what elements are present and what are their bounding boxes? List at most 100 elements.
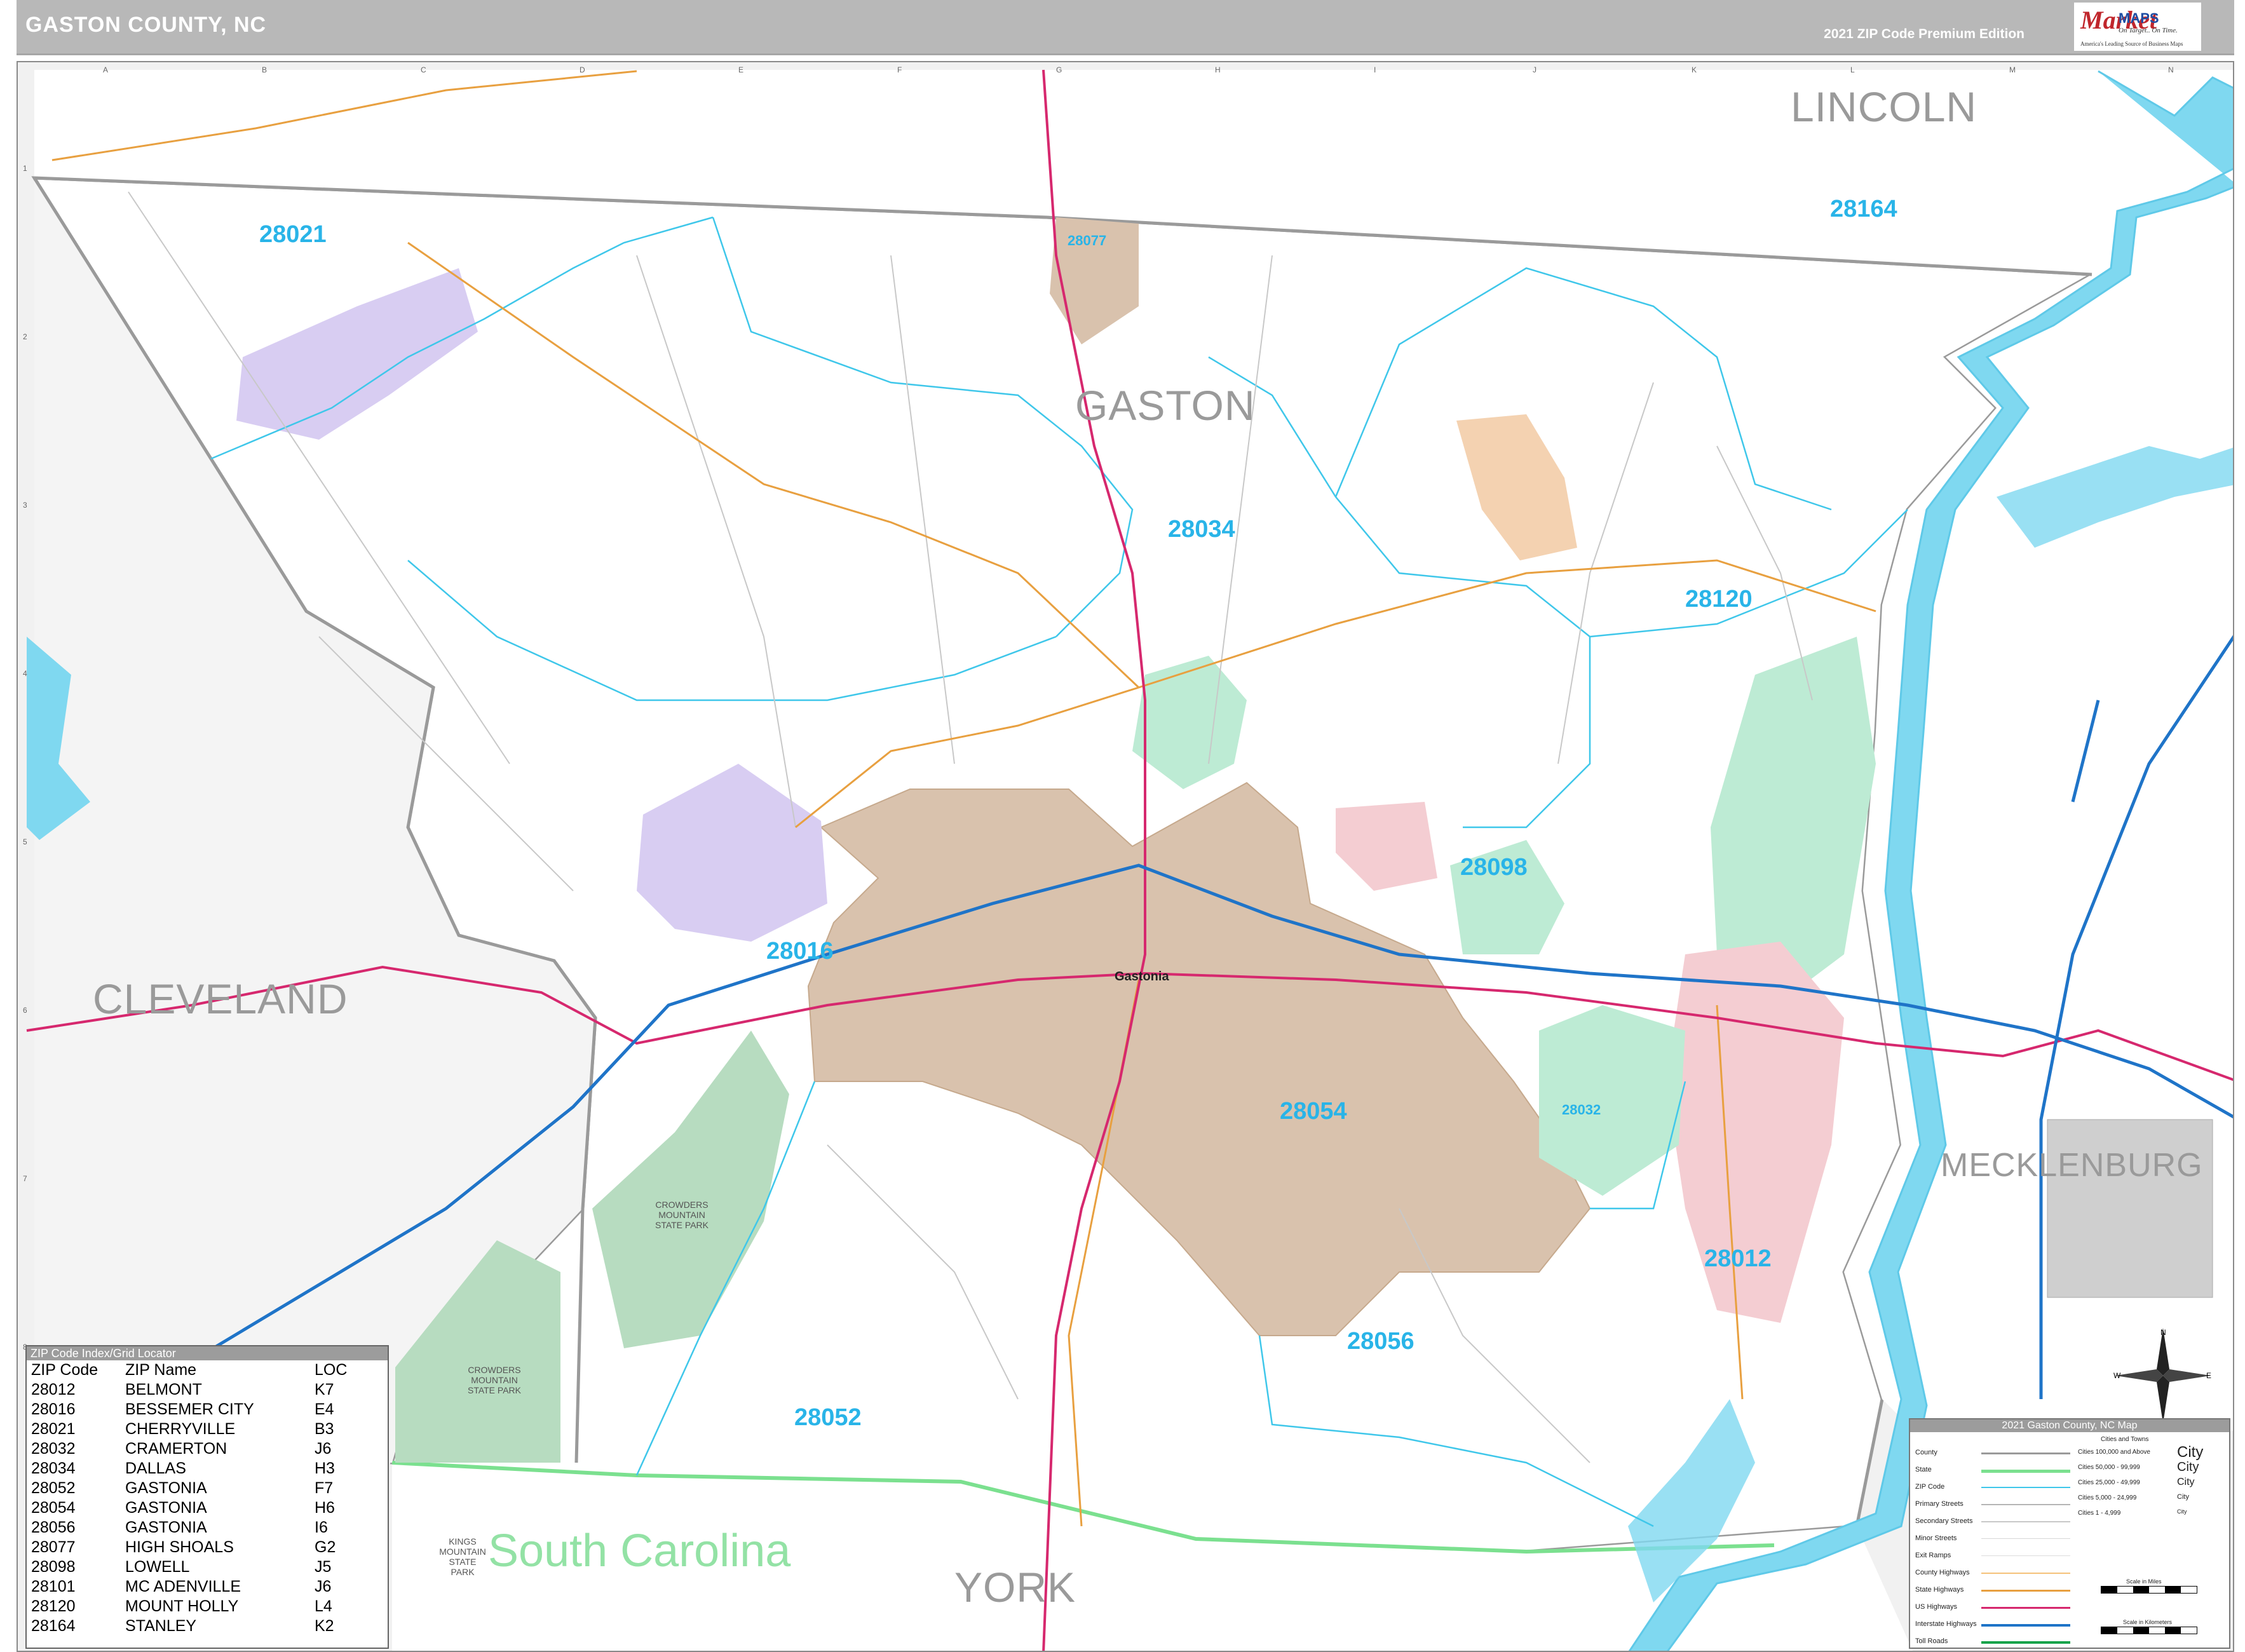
zip-code: 28056 — [31, 1519, 76, 1536]
state-label-south-carolina: South Carolina — [488, 1526, 791, 1576]
legend-line-interstate — [1981, 1624, 2070, 1627]
zip-name: CHERRYVILLE — [125, 1420, 236, 1438]
legend-label-county: County — [1915, 1449, 1937, 1456]
legend-label-toll: Toll Roads — [1915, 1637, 1948, 1645]
legend-city-symbol-5: City — [2177, 1508, 2187, 1515]
zip-name: STANLEY — [125, 1617, 197, 1635]
zip-loc: F7 — [315, 1479, 334, 1497]
legend-label-us-hwy: US Highways — [1915, 1603, 1958, 1611]
zip-label-28016[interactable]: 28016 — [766, 938, 834, 965]
legend-scale-miles: Scale in Miles — [2126, 1578, 2162, 1585]
map-title: GASTON COUNTY, NC — [25, 13, 267, 37]
zip-name: GASTONIA — [125, 1519, 207, 1536]
legend-line-county — [1981, 1452, 2070, 1454]
legend-line-state-hwy — [1981, 1590, 2070, 1592]
zip-label-28054[interactable]: 28054 — [1280, 1098, 1347, 1125]
city-label-gastonia[interactable]: Gastonia — [1115, 970, 1169, 984]
legend-city-5: Cities 1 - 4,999 — [2078, 1510, 2121, 1517]
legend-title: 2021 Gaston County, NC Map — [1910, 1419, 2229, 1432]
zip-code: 28012 — [31, 1381, 76, 1398]
grid-col-j: J — [1533, 65, 1536, 74]
park-label-kings: KINGS MOUNTAIN STATE PARK — [439, 1536, 486, 1577]
zip-name: HIGH SHOALS — [125, 1538, 234, 1556]
zip-label-28098[interactable]: 28098 — [1460, 854, 1528, 881]
zip-name: DALLAS — [125, 1459, 186, 1477]
legend-city-symbol-4: City — [2177, 1493, 2189, 1501]
grid-col-k: K — [1692, 65, 1697, 74]
zip-loc: H6 — [315, 1499, 335, 1517]
grid-col-l: L — [1850, 65, 1855, 74]
grid-col-b: B — [262, 65, 268, 74]
legend-line-zip — [1981, 1487, 2070, 1488]
zip-index-row: 28077 HIGH SHOALS G2 — [29, 1538, 349, 1557]
zip-loc: J6 — [315, 1440, 332, 1458]
zip-index-row: 28054 GASTONIA H6 — [29, 1498, 349, 1518]
zip-name: BELMONT — [125, 1381, 202, 1398]
legend-scale-km: Scale in Kilometers — [2123, 1619, 2173, 1625]
zip-name: CRAMERTON — [125, 1440, 227, 1458]
legend-city-1: Cities 100,000 and Above — [2078, 1449, 2150, 1456]
zip-index-row: 28034 DALLAS H3 — [29, 1459, 349, 1479]
zip-loc: K7 — [315, 1381, 334, 1398]
legend-label-minor: Minor Streets — [1915, 1534, 1957, 1542]
legend-city-4: Cities 5,000 - 24,999 — [2078, 1494, 2137, 1501]
zip-code: 28164 — [31, 1617, 76, 1635]
zip-loc: K2 — [315, 1617, 334, 1635]
zip-label-28012[interactable]: 28012 — [1704, 1245, 1772, 1273]
grid-row-5: 5 — [23, 837, 27, 846]
zip-name: GASTONIA — [125, 1479, 207, 1497]
zip-label-28077[interactable]: 28077 — [1068, 233, 1106, 249]
zip-label-28021[interactable]: 28021 — [259, 221, 327, 248]
zip-loc: H3 — [315, 1459, 335, 1477]
grid-col-d: D — [580, 65, 585, 74]
zip-code: 28120 — [31, 1597, 76, 1615]
county-label-york: YORK — [954, 1564, 1076, 1611]
zip-label-28120[interactable]: 28120 — [1685, 586, 1753, 613]
county-label-mecklenburg: MECKLENBURG — [1941, 1147, 2203, 1184]
legend-city-symbol-3: City — [2177, 1477, 2195, 1487]
logo-brand-b: MAPS — [2119, 10, 2159, 26]
zip-index-row: 28016 BESSEMER CITY E4 — [29, 1400, 349, 1419]
zip-index-row: 28012 BELMONT K7 — [29, 1380, 349, 1400]
zip-index-row: 28098 LOWELL J5 — [29, 1557, 349, 1577]
zip-name: LOWELL — [125, 1558, 190, 1576]
zip-label-28034[interactable]: 28034 — [1168, 516, 1235, 543]
zip-label-28032[interactable]: 28032 — [1562, 1102, 1601, 1118]
zip-code: 28032 — [31, 1440, 76, 1458]
zip-code: 28034 — [31, 1459, 76, 1477]
legend-line-minor — [1981, 1538, 2070, 1539]
compass-rose-icon: N S W E — [2113, 1328, 2211, 1426]
grid-col-i: I — [1374, 65, 1376, 74]
legend-line-primary — [1981, 1504, 2070, 1505]
logo-slogan: America's Leading Source of Business Map… — [2080, 41, 2183, 47]
legend-cities-header: Cities and Towns — [2101, 1436, 2149, 1443]
zip-label-28056[interactable]: 28056 — [1347, 1328, 1414, 1355]
zip-index-row: 28120 MOUNT HOLLY L4 — [29, 1597, 349, 1616]
zip-loc: E4 — [315, 1400, 334, 1418]
zip-label-28052[interactable]: 28052 — [794, 1404, 862, 1432]
zip-index-row: 28164 STANLEY K2 — [29, 1616, 349, 1636]
logo-tagline: On Target.. On Time. — [2119, 27, 2178, 34]
zip-index-col-zip: ZIP Code — [31, 1361, 98, 1379]
header-bar: GASTON COUNTY, NC 2021 ZIP Code Premium … — [17, 0, 2234, 55]
legend-city-symbol-1: City — [2177, 1444, 2204, 1461]
legend-label-primary: Primary Streets — [1915, 1500, 1964, 1508]
zip-code: 28077 — [31, 1538, 76, 1556]
grid-row-3: 3 — [23, 501, 27, 510]
grid-row-1: 1 — [23, 164, 27, 173]
county-label-gaston: GASTON — [1075, 382, 1256, 429]
park-label-crowders-2: CROWDERS MOUNTAIN STATE PARK — [467, 1365, 521, 1395]
legend-line-secondary — [1981, 1521, 2070, 1522]
zip-index-title: ZIP Code Index/Grid Locator — [27, 1346, 388, 1360]
legend-city-2: Cities 50,000 - 99,999 — [2078, 1464, 2140, 1471]
county-label-lincoln: LINCOLN — [1791, 83, 1977, 130]
zip-loc: I6 — [315, 1519, 328, 1536]
zip-loc: B3 — [315, 1420, 334, 1438]
zip-label-28164[interactable]: 28164 — [1830, 196, 1897, 223]
market-maps-logo: Market MAPS On Target.. On Time. America… — [2074, 3, 2201, 51]
legend-line-exit — [1981, 1555, 2070, 1556]
zip-name: BESSEMER CITY — [125, 1400, 254, 1418]
zip-code: 28054 — [31, 1499, 76, 1517]
zip-loc: L4 — [315, 1597, 332, 1615]
zip-code: 28052 — [31, 1479, 76, 1497]
